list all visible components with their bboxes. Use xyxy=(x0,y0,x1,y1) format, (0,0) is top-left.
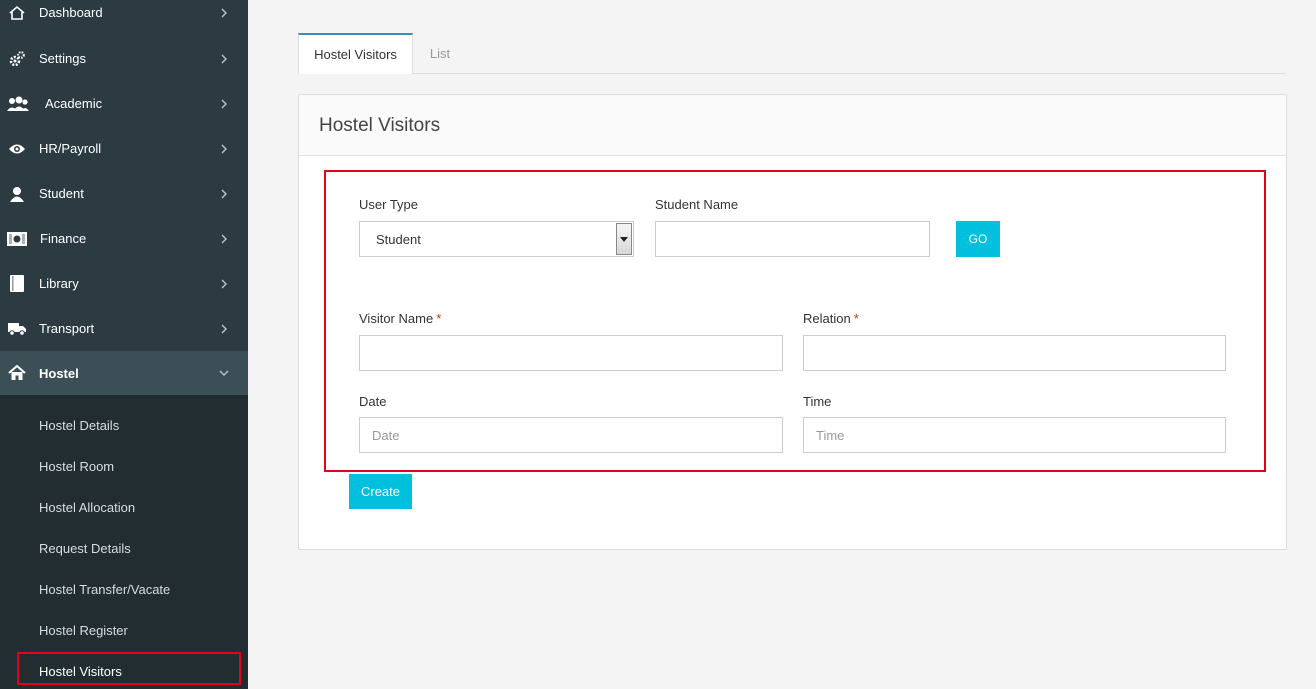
sidebar-item-hr-payroll[interactable]: HR/Payroll xyxy=(0,126,248,171)
chevron-right-icon xyxy=(219,189,229,199)
users-icon xyxy=(6,94,30,114)
book-icon xyxy=(7,274,27,294)
highlight-box-form xyxy=(324,170,1266,472)
submenu-item-hostel-details[interactable]: Hostel Details xyxy=(0,405,248,446)
chevron-right-icon xyxy=(219,54,229,64)
sidebar: Dashboard Settings Academic HR/Payroll S… xyxy=(0,0,248,689)
chevron-right-icon xyxy=(219,324,229,334)
sidebar-item-label: Dashboard xyxy=(39,5,103,20)
sidebar-item-label: Library xyxy=(39,276,79,291)
chevron-right-icon xyxy=(219,279,229,289)
sidebar-item-library[interactable]: Library xyxy=(0,261,248,306)
sidebar-item-label: Student xyxy=(39,186,84,201)
user-icon xyxy=(7,184,27,204)
chevron-right-icon xyxy=(219,144,229,154)
sidebar-item-academic[interactable]: Academic xyxy=(0,81,248,126)
sidebar-item-finance[interactable]: Finance xyxy=(0,216,248,261)
sidebar-item-label: Hostel xyxy=(39,365,79,381)
sidebar-item-label: Settings xyxy=(39,51,86,66)
money-icon xyxy=(7,229,27,249)
sidebar-item-dashboard[interactable]: Dashboard xyxy=(0,0,248,35)
submenu-item-hostel-register[interactable]: Hostel Register xyxy=(0,610,248,651)
panel-header: Hostel Visitors xyxy=(299,95,1286,156)
chevron-right-icon xyxy=(219,234,229,244)
truck-icon xyxy=(7,319,27,339)
sidebar-item-transport[interactable]: Transport xyxy=(0,306,248,351)
sidebar-item-label: Transport xyxy=(39,321,95,336)
hostel-submenu: Hostel Details Hostel Room Hostel Alloca… xyxy=(0,395,248,689)
chevron-right-icon xyxy=(219,8,229,18)
highlight-box-sidebar xyxy=(17,652,241,685)
sidebar-item-settings[interactable]: Settings xyxy=(0,36,248,81)
sidebar-item-label: Academic xyxy=(45,96,103,111)
tab-bar: Hostel Visitors List xyxy=(298,33,1286,74)
submenu-item-hostel-transfer-vacate[interactable]: Hostel Transfer/Vacate xyxy=(0,569,248,610)
tab-list[interactable]: List xyxy=(414,33,466,74)
submenu-item-hostel-allocation[interactable]: Hostel Allocation xyxy=(0,487,248,528)
sidebar-item-hostel[interactable]: Hostel xyxy=(0,351,248,395)
sidebar-item-student[interactable]: Student xyxy=(0,171,248,216)
eye-icon xyxy=(7,139,27,159)
create-button[interactable]: Create xyxy=(349,474,412,509)
home-icon xyxy=(7,3,27,23)
chevron-down-icon xyxy=(219,368,229,378)
submenu-item-hostel-room[interactable]: Hostel Room xyxy=(0,446,248,487)
sidebar-item-label: HR/Payroll xyxy=(39,141,102,156)
gears-icon xyxy=(7,49,27,69)
home-icon xyxy=(7,363,27,383)
sidebar-item-label: Finance xyxy=(40,231,87,246)
chevron-right-icon xyxy=(219,99,229,109)
submenu-item-request-details[interactable]: Request Details xyxy=(0,528,248,569)
tab-hostel-visitors[interactable]: Hostel Visitors xyxy=(298,33,413,74)
panel-title: Hostel Visitors xyxy=(319,115,441,136)
